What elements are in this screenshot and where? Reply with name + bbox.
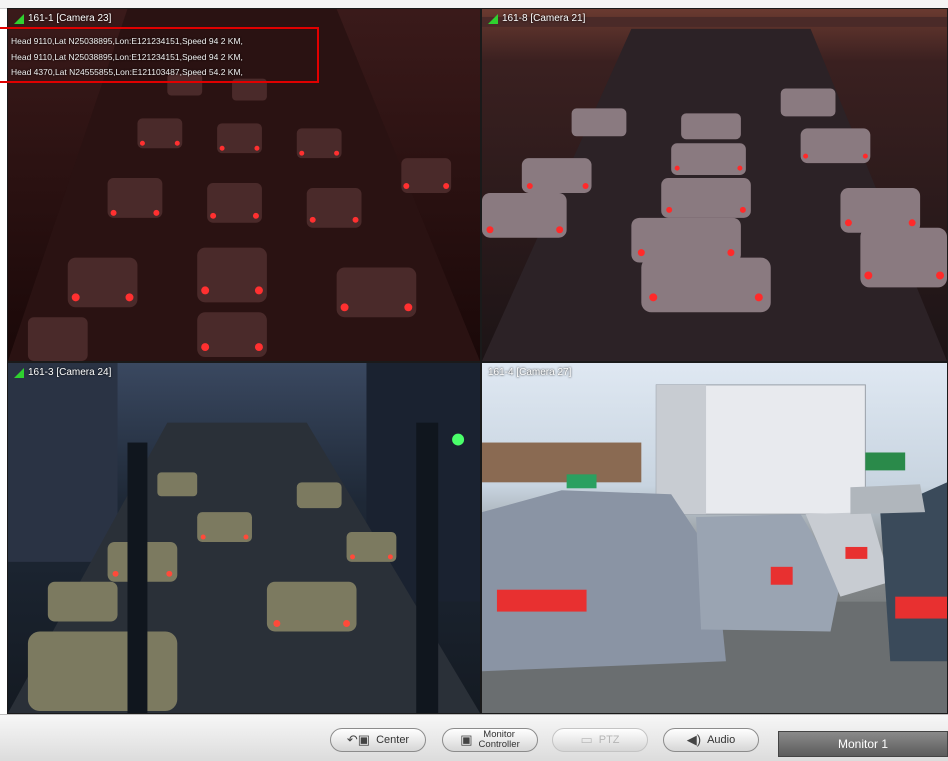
monitor-select[interactable]: Monitor 1	[778, 731, 948, 757]
bottom-toolbar: ↶▣ Center ▣ Monitor Controller ▭ PTZ ◀) …	[0, 714, 948, 761]
camera-name-1: 161-1 [Camera 23]	[28, 13, 112, 24]
gps-line-1: Head 9110,Lat N25038895,Lon:E121234151,S…	[11, 36, 243, 46]
audio-button[interactable]: ◀) Audio	[663, 728, 759, 752]
signal-icon	[14, 13, 24, 24]
center-icon: ↶▣	[346, 732, 371, 747]
camera-label-4: 161-4 [Camera 27]	[488, 367, 571, 378]
camera-feed-4	[482, 363, 947, 713]
camera-label-3: 161-3 [Camera 24]	[14, 367, 111, 378]
monitor-controller-line2: Controller	[478, 739, 520, 750]
camera-view-2[interactable]: 161-8 [Camera 21]	[481, 8, 948, 362]
monitor-controller-icon: ▣	[460, 732, 473, 747]
camera-feed-3	[8, 363, 480, 713]
ptz-icon: ▭	[580, 732, 593, 747]
gps-line-2: Head 9110,Lat N25038895,Lon:E121234151,S…	[11, 51, 243, 62]
camera-view-3[interactable]: 161-3 [Camera 24]	[7, 362, 481, 714]
camera-name-2: 161-8 [Camera 21]	[502, 13, 586, 24]
signal-icon	[488, 13, 498, 24]
camera-feed-2	[482, 9, 947, 361]
gps-line-3: Head 4370,Lat N24555855,Lon:E121103487,S…	[11, 67, 243, 77]
center-button[interactable]: ↶▣ Center	[330, 728, 426, 752]
ptz-button[interactable]: ▭ PTZ	[552, 728, 648, 752]
monitor-controller-label: Monitor Controller	[479, 730, 520, 750]
camera-label-2: 161-8 [Camera 21]	[488, 13, 585, 24]
center-button-label: Center	[376, 734, 410, 746]
audio-button-label: Audio	[707, 734, 736, 746]
camera-name-4: 161-4 [Camera 27]	[488, 367, 572, 378]
camera-grid: 161-1 [Camera 23] 161-8 [Camera 21] 161-…	[0, 8, 948, 714]
speaker-icon: ◀)	[686, 732, 702, 747]
camera-view-4[interactable]: 161-4 [Camera 27]	[481, 362, 948, 714]
camera-name-3: 161-3 [Camera 24]	[28, 367, 112, 378]
monitor-controller-button[interactable]: ▣ Monitor Controller	[442, 728, 538, 752]
camera-label-1: 161-1 [Camera 23]	[14, 13, 111, 24]
ptz-button-label: PTZ	[598, 734, 620, 746]
gps-overlay-text: Head 9110,Lat N25038895,Lon:E121234151,S…	[11, 34, 243, 81]
signal-icon	[14, 367, 24, 378]
monitor-label: Monitor 1	[837, 737, 889, 751]
